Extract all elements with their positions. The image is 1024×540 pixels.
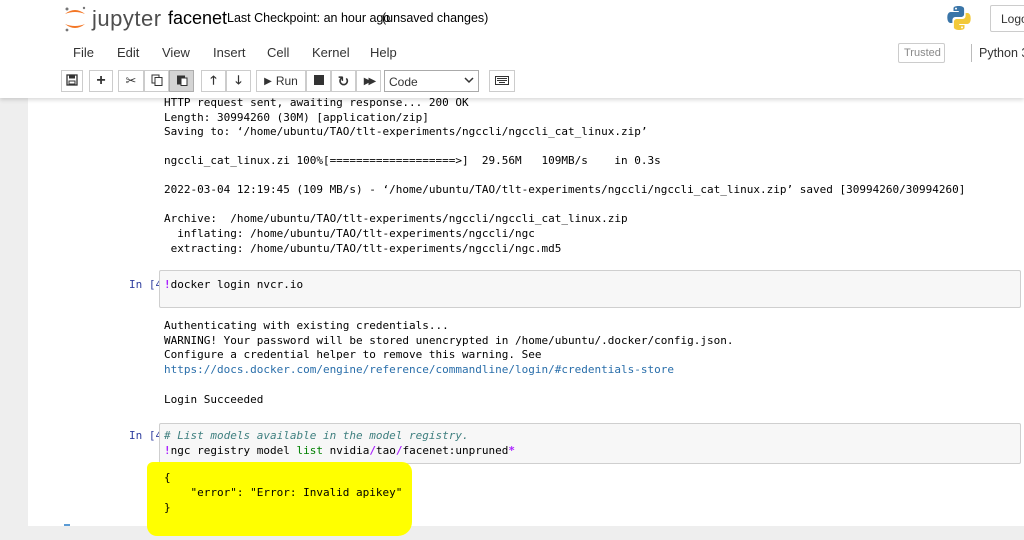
refresh-icon: ↻ — [337, 72, 350, 89]
trusted-indicator[interactable]: Trusted — [898, 43, 945, 63]
error-output-line: } — [164, 501, 171, 514]
output-line: Login Succeeded — [164, 393, 264, 406]
error-output-line: "error": "Error: Invalid apikey" — [164, 486, 403, 499]
output-line: WARNING! Your password will be stored un… — [164, 334, 734, 347]
copy-icon — [151, 74, 163, 89]
jupyter-logo[interactable]: jupyter — [62, 4, 162, 34]
interrupt-button[interactable] — [306, 70, 331, 92]
menu-cell[interactable]: Cell — [267, 45, 289, 60]
restart-run-all-button[interactable]: ▶▶ — [356, 70, 381, 92]
output-line: Saving to: ‘/home/ubuntu/TAO/tlt-experim… — [164, 125, 648, 138]
output-line: Configure a credential helper to remove … — [164, 348, 542, 361]
scroll-marker — [64, 524, 70, 526]
menu-file[interactable]: File — [73, 45, 94, 60]
scissors-icon: ✂ — [125, 73, 137, 88]
cell-type-value: Code — [389, 75, 418, 89]
output-line: Authenticating with existing credentials… — [164, 319, 449, 332]
autosave-status: (unsaved changes) — [382, 11, 489, 25]
code-token: ngc registry model — [170, 444, 297, 457]
arrow-down-icon: 🡓 — [235, 72, 242, 87]
code-token: / — [369, 444, 376, 457]
command-palette-button[interactable] — [489, 70, 515, 92]
stop-icon — [313, 74, 324, 88]
move-down-button[interactable]: 🡓 — [226, 70, 251, 92]
code-input[interactable]: !docker login nvcr.io — [159, 270, 1021, 308]
run-label: Run — [275, 74, 298, 88]
cell-type-select[interactable]: Code — [384, 70, 479, 92]
checkpoint-status: Last Checkpoint: an hour ago — [227, 11, 391, 25]
output-line: Archive: /home/ubuntu/TAO/tlt-experiment… — [164, 212, 628, 225]
toolbar: + ✂ 🡑 🡓 ▶ Run ↻ ▶▶ Code — [0, 70, 1024, 94]
copy-button[interactable] — [144, 70, 169, 92]
keyboard-icon — [495, 74, 509, 88]
fast-forward-icon: ▶▶ — [363, 75, 377, 87]
code-token: tao — [375, 444, 396, 457]
docs-link[interactable]: https://docs.docker.com/engine/reference… — [164, 362, 674, 377]
output-line: 2022-03-04 12:19:45 (109 MB/s) - ‘/home/… — [164, 183, 966, 196]
code-token: list — [296, 444, 323, 457]
code-comment: # List models available in the model reg… — [164, 429, 469, 442]
chevron-down-icon — [464, 74, 474, 88]
menubar: File Edit View Insert Cell Kernel Help — [0, 40, 1024, 66]
insert-cell-button[interactable]: + — [89, 70, 113, 92]
save-button[interactable] — [61, 70, 83, 92]
code-input[interactable]: # List models available in the model reg… — [159, 423, 1021, 464]
output-line: inflating: /home/ubuntu/TAO/tlt-experime… — [164, 227, 535, 240]
jupyter-logo-icon — [62, 5, 88, 33]
menu-view[interactable]: View — [162, 45, 190, 60]
kernel-name: Python 3 — [979, 46, 1024, 60]
code-token: docker login nvcr.io — [170, 278, 304, 291]
code-token: * — [508, 444, 516, 457]
jupyter-logo-text: jupyter — [92, 6, 162, 31]
paste-icon — [176, 74, 188, 89]
move-up-button[interactable]: 🡑 — [201, 70, 226, 92]
menu-help[interactable]: Help — [370, 45, 397, 60]
menu-kernel[interactable]: Kernel — [312, 45, 350, 60]
plus-icon: + — [96, 72, 106, 89]
python-logo-icon — [946, 5, 972, 31]
play-icon: ▶ — [264, 75, 272, 87]
code-token: ! — [164, 278, 171, 291]
output-line: HTTP request sent, awaiting response... … — [164, 98, 469, 109]
menu-insert[interactable]: Insert — [213, 45, 246, 60]
output-line: Length: 30994260 (30M) [application/zip] — [164, 111, 429, 124]
notebook-name[interactable]: facenet — [168, 8, 227, 29]
code-token: facenet:unpruned — [402, 444, 509, 457]
save-icon — [66, 73, 78, 89]
logout-button[interactable]: Logout — [990, 5, 1024, 32]
arrow-up-icon: 🡑 — [210, 72, 217, 87]
output-line: ngccli_cat_linux.zi 100%[===============… — [164, 154, 661, 167]
code-token: ! — [164, 444, 171, 457]
run-button[interactable]: ▶ Run — [256, 70, 306, 92]
error-output-line: { — [164, 471, 171, 484]
output-line: extracting: /home/ubuntu/TAO/tlt-experim… — [164, 242, 562, 255]
cut-button[interactable]: ✂ — [118, 70, 144, 92]
code-token: nvidia — [322, 444, 370, 457]
menu-edit[interactable]: Edit — [117, 45, 139, 60]
highlight-annotation — [147, 462, 412, 536]
kernel-divider — [971, 44, 972, 62]
notebook-header: jupyter facenet Last Checkpoint: an hour… — [0, 0, 1024, 98]
restart-button[interactable]: ↻ — [331, 70, 356, 92]
paste-button[interactable] — [169, 70, 194, 92]
